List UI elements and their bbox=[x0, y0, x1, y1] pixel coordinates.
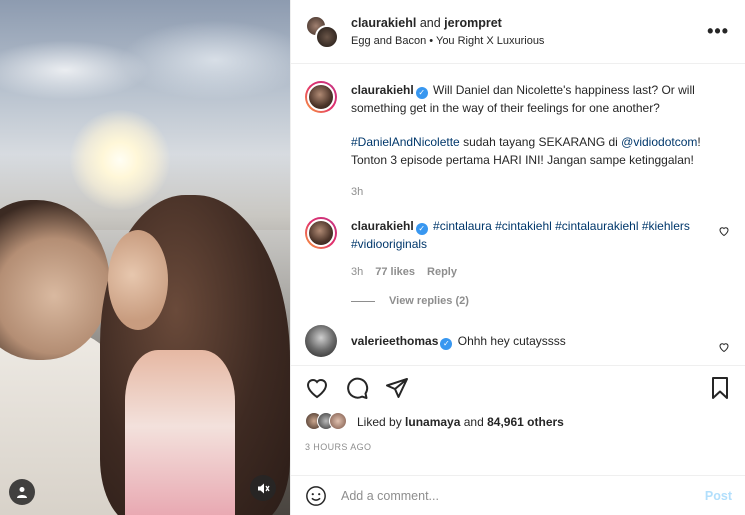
hashtag-link[interactable]: #DanielAndNicolette bbox=[351, 135, 460, 149]
like-heart-icon[interactable] bbox=[305, 376, 329, 400]
view-replies-label: View replies (2) bbox=[389, 295, 469, 307]
comment-meta: 3h 77 likes Reply bbox=[351, 263, 716, 281]
post-header: claurakiehl and jerompret Egg and Bacon … bbox=[291, 0, 745, 64]
post-panel: claurakiehl and jerompret Egg and Bacon … bbox=[290, 0, 745, 515]
more-options-button[interactable]: ••• bbox=[707, 21, 729, 42]
view-replies-button[interactable]: View replies (2) bbox=[351, 295, 732, 307]
user-icon bbox=[17, 487, 27, 498]
avatar[interactable] bbox=[305, 325, 337, 357]
comment-text: Ohhh hey cutayssss bbox=[457, 334, 566, 348]
audio-link[interactable]: Egg and Bacon • You Right X Luxurious bbox=[351, 35, 544, 47]
username-link[interactable]: claurakiehl bbox=[351, 16, 416, 30]
collab-names: claurakiehl and jerompret bbox=[351, 16, 544, 30]
avatar bbox=[315, 24, 339, 49]
others-link[interactable]: 84,961 others bbox=[487, 415, 564, 429]
header-text: claurakiehl and jerompret Egg and Bacon … bbox=[351, 16, 544, 47]
post-actions: Liked by lunamaya and 84,961 others 3 HO… bbox=[291, 365, 745, 475]
avatar[interactable] bbox=[305, 81, 337, 113]
post-button[interactable]: Post bbox=[705, 489, 732, 503]
emoji-icon[interactable] bbox=[305, 485, 327, 507]
comment-body: claurakiehl ✓ #cintalaura #cintakiehl #ci… bbox=[351, 217, 732, 281]
heart-icon[interactable] bbox=[718, 225, 730, 237]
caption-meta: 3h bbox=[351, 183, 716, 201]
cloud bbox=[120, 20, 290, 100]
comments-section: claurakiehl ✓ Will Daniel dan Nicolette's… bbox=[291, 65, 745, 365]
verified-badge-icon: ✓ bbox=[415, 87, 428, 99]
bookmark-icon[interactable] bbox=[708, 376, 732, 400]
username-link[interactable]: lunamaya bbox=[405, 415, 460, 429]
post-video[interactable] bbox=[0, 0, 290, 515]
caption: claurakiehl ✓ Will Daniel dan Nicolette's… bbox=[305, 81, 732, 201]
add-comment-bar: Add a comment... Post bbox=[291, 475, 745, 515]
speaker-muted-icon bbox=[257, 483, 270, 493]
verified-badge-icon: ✓ bbox=[440, 338, 453, 350]
verified-badge-icon: ✓ bbox=[415, 223, 428, 235]
tagged-user-button[interactable] bbox=[9, 479, 35, 505]
timestamp[interactable]: 3h bbox=[351, 183, 363, 201]
liked-by-prefix: Liked by bbox=[357, 415, 402, 429]
comment: valerieethomas ✓ Ohhh hey cutayssss bbox=[305, 325, 732, 357]
reply-button[interactable]: Reply bbox=[427, 263, 457, 281]
avatar bbox=[329, 412, 347, 430]
username-link[interactable]: claurakiehl bbox=[351, 83, 414, 97]
likes-count[interactable]: 77 likes bbox=[375, 263, 415, 281]
more-horizontal-icon: ••• bbox=[707, 21, 729, 41]
timestamp[interactable]: 3h bbox=[351, 263, 363, 281]
action-bar bbox=[305, 366, 732, 410]
mention-link[interactable]: @vidiodotcom bbox=[621, 135, 697, 149]
sun bbox=[70, 110, 170, 210]
liker-avatars[interactable] bbox=[305, 412, 355, 432]
comment-bubble-icon[interactable] bbox=[345, 376, 369, 400]
avatar[interactable] bbox=[305, 217, 337, 249]
joiner-text: and bbox=[419, 16, 441, 30]
woman-face bbox=[108, 230, 168, 330]
collab-avatars[interactable] bbox=[305, 14, 339, 49]
comment-body: valerieethomas ✓ Ohhh hey cutayssss bbox=[351, 325, 732, 357]
liked-by: Liked by lunamaya and 84,961 others bbox=[305, 412, 732, 432]
post-timestamp[interactable]: 3 HOURS AGO bbox=[305, 442, 732, 452]
mute-button[interactable] bbox=[250, 475, 276, 501]
caption-text: sudah tayang SEKARANG di bbox=[459, 135, 622, 149]
share-paper-plane-icon[interactable] bbox=[385, 376, 409, 400]
comment-input[interactable]: Add a comment... bbox=[341, 489, 705, 503]
username-link[interactable]: jerompret bbox=[444, 16, 502, 30]
heart-icon[interactable] bbox=[718, 341, 730, 353]
liked-by-and: and bbox=[463, 415, 484, 429]
instagram-post: claurakiehl and jerompret Egg and Bacon … bbox=[0, 0, 745, 515]
comment: claurakiehl ✓ #cintalaura #cintakiehl #ci… bbox=[305, 217, 732, 281]
username-link[interactable]: claurakiehl bbox=[351, 219, 414, 233]
caption-body: claurakiehl ✓ Will Daniel dan Nicolette's… bbox=[351, 81, 732, 201]
divider bbox=[351, 300, 375, 302]
woman-dress bbox=[125, 350, 235, 515]
username-link[interactable]: valerieethomas bbox=[351, 334, 438, 348]
